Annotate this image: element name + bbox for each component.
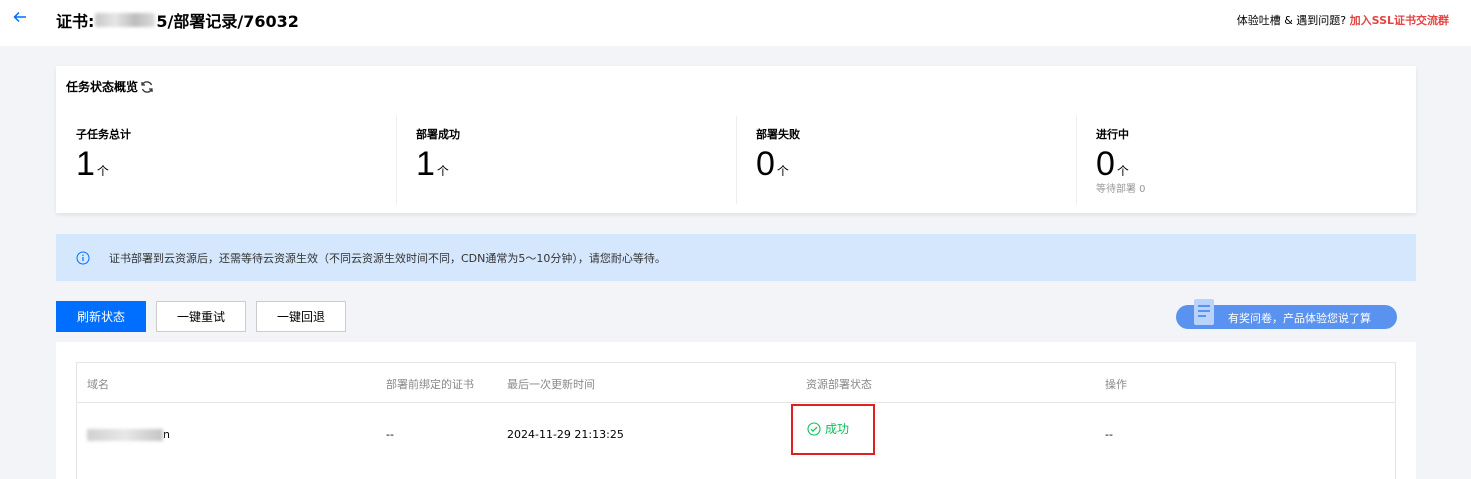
redacted-domain xyxy=(87,429,163,441)
stat-value: 1个 xyxy=(76,145,109,183)
questionnaire-icon xyxy=(1190,297,1220,327)
page-header: 证书: 5/部署记录/76032 体验吐槽 & 遇到问题? 加入SSL证书交流群 xyxy=(0,0,1471,46)
notice-text: 证书部署到云资源后，还需等待云资源生效（不同云资源生效时间不同，CDN通常为5～… xyxy=(109,252,666,265)
title-suffix: 5/部署记录/76032 xyxy=(156,12,299,31)
stat-success: 部署成功 1个 xyxy=(396,114,736,204)
updated-time-cell: 2024-11-29 21:13:25 xyxy=(507,428,624,441)
stat-value: 0个 xyxy=(756,145,789,183)
survey-banner-button[interactable]: 有奖问卷，产品体验您说了算 xyxy=(1176,299,1397,329)
stat-failed: 部署失败 0个 xyxy=(736,114,1076,204)
rollback-all-button[interactable]: 一键回退 xyxy=(256,301,346,332)
operation-cell: -- xyxy=(1105,428,1113,441)
redacted-cert-name xyxy=(95,13,156,27)
column-header-domain: 域名 xyxy=(87,378,109,391)
deploy-records-table: 域名 部署前绑定的证书 最后一次更新时间 资源部署状态 操作 n -- 2024… xyxy=(76,362,1396,479)
stat-label: 子任务总计 xyxy=(76,128,131,141)
feedback-text: 体验吐槽 & 遇到问题? xyxy=(1236,14,1350,27)
stat-in-progress: 进行中 0个 等待部署 0 xyxy=(1076,114,1416,204)
overview-title-text: 任务状态概览 xyxy=(66,80,139,94)
table-header: 域名 部署前绑定的证书 最后一次更新时间 资源部署状态 操作 xyxy=(77,363,1395,403)
deploy-records-panel: 域名 部署前绑定的证书 最后一次更新时间 资源部署状态 操作 n -- 2024… xyxy=(56,342,1416,479)
stat-label: 部署失败 xyxy=(756,128,800,141)
retry-all-button[interactable]: 一键重试 xyxy=(156,301,246,332)
stat-label: 部署成功 xyxy=(416,128,460,141)
task-overview-card: 任务状态概览 子任务总计 1个 部署成功 1个 部署失败 0个 进行中 0个 等… xyxy=(56,66,1416,213)
refresh-icon[interactable] xyxy=(140,80,154,94)
title-prefix: 证书: xyxy=(56,12,95,31)
domain-cell: n xyxy=(87,428,170,441)
column-header-status: 资源部署状态 xyxy=(806,378,872,391)
status-cell: 成功 xyxy=(807,420,849,437)
status-text: 成功 xyxy=(825,422,850,436)
overview-title: 任务状态概览 xyxy=(66,78,154,95)
column-header-prev-cert: 部署前绑定的证书 xyxy=(386,378,474,391)
join-group-link[interactable]: 加入SSL证书交流群 xyxy=(1350,14,1449,27)
feedback-area: 体验吐槽 & 遇到问题? 加入SSL证书交流群 xyxy=(1237,12,1449,28)
stat-label: 进行中 xyxy=(1096,128,1129,141)
stat-value: 1个 xyxy=(416,145,449,183)
column-header-updated: 最后一次更新时间 xyxy=(507,378,595,391)
column-header-operation: 操作 xyxy=(1105,378,1127,391)
info-icon xyxy=(76,250,90,265)
refresh-status-button[interactable]: 刷新状态 xyxy=(56,301,146,332)
back-arrow-icon[interactable] xyxy=(12,9,30,29)
stat-total: 子任务总计 1个 xyxy=(56,114,396,204)
prev-cert-cell: -- xyxy=(386,428,394,441)
survey-text: 有奖问卷，产品体验您说了算 xyxy=(1228,312,1371,325)
success-check-icon xyxy=(807,421,821,436)
page-title: 证书: 5/部署记录/76032 xyxy=(56,10,299,31)
pending-deploy-count: 等待部署 0 xyxy=(1096,184,1146,195)
info-notice: 证书部署到云资源后，还需等待云资源生效（不同云资源生效时间不同，CDN通常为5～… xyxy=(56,234,1416,281)
